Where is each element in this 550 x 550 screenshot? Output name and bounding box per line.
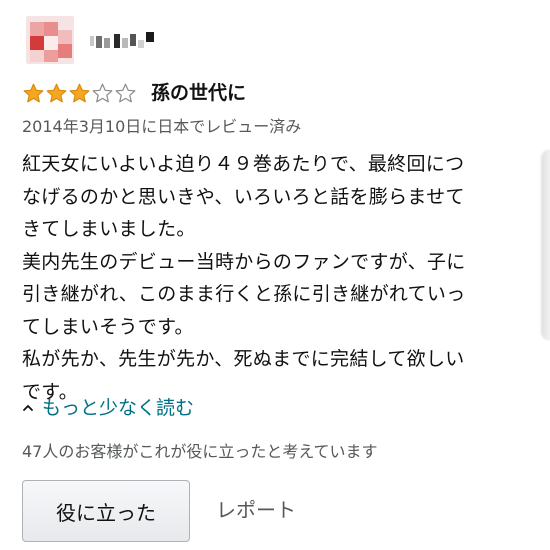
review-body: 紅天女にいよいよ迫り４９巻あたりで、最終回につ なげるのかと思いきや、いろいろと話… [22, 148, 532, 408]
review-body-line: 美内先生のデビュー当時からのファンですが、子に [22, 250, 466, 273]
star-empty-icon [114, 82, 137, 105]
review-title: 孫の世代に [151, 82, 247, 104]
scroll-indicator[interactable] [542, 150, 550, 340]
star-filled-icon [45, 82, 68, 105]
star-empty-icon [91, 82, 114, 105]
read-less-label: もっと少なく読む [42, 397, 195, 419]
customer-review: 孫の世代に 2014年3月10日に日本でレビュー済み 紅天女にいよいよ迫り４９巻… [0, 0, 550, 550]
star-filled-icon [68, 82, 91, 105]
review-body-line: 紅天女にいよいよ迫り４９巻あたりで、最終回につ [22, 153, 465, 175]
avatar [26, 16, 74, 64]
review-body-line: なげるのかと思いきや、いろいろと話を膨らませて [22, 185, 465, 208]
helpful-count-text: 47人のお客様がこれが役に立ったと考えています [22, 442, 378, 461]
reviewer-name-pixelated [90, 32, 156, 50]
review-date: 2014年3月10日に日本でレビュー済み [22, 117, 302, 136]
review-body-line: てしまいそうです。 [22, 315, 194, 338]
caret-up-icon [22, 402, 34, 414]
review-body-line: 私が先か、先生が先か、死ぬまでに完結して欲しい [22, 348, 465, 370]
star-filled-icon [22, 82, 45, 105]
report-link[interactable]: レポート [216, 495, 296, 525]
review-body-line: きてしまいました。 [22, 218, 196, 240]
rating-row: 孫の世代に [22, 78, 246, 108]
helpful-button[interactable]: 役に立った [22, 480, 190, 542]
read-less-link[interactable]: もっと少なく読む [22, 394, 194, 422]
star-rating [22, 82, 137, 105]
review-body-line: 引き継がれ、このまま行くと孫に引き継がれていっ [22, 283, 466, 305]
